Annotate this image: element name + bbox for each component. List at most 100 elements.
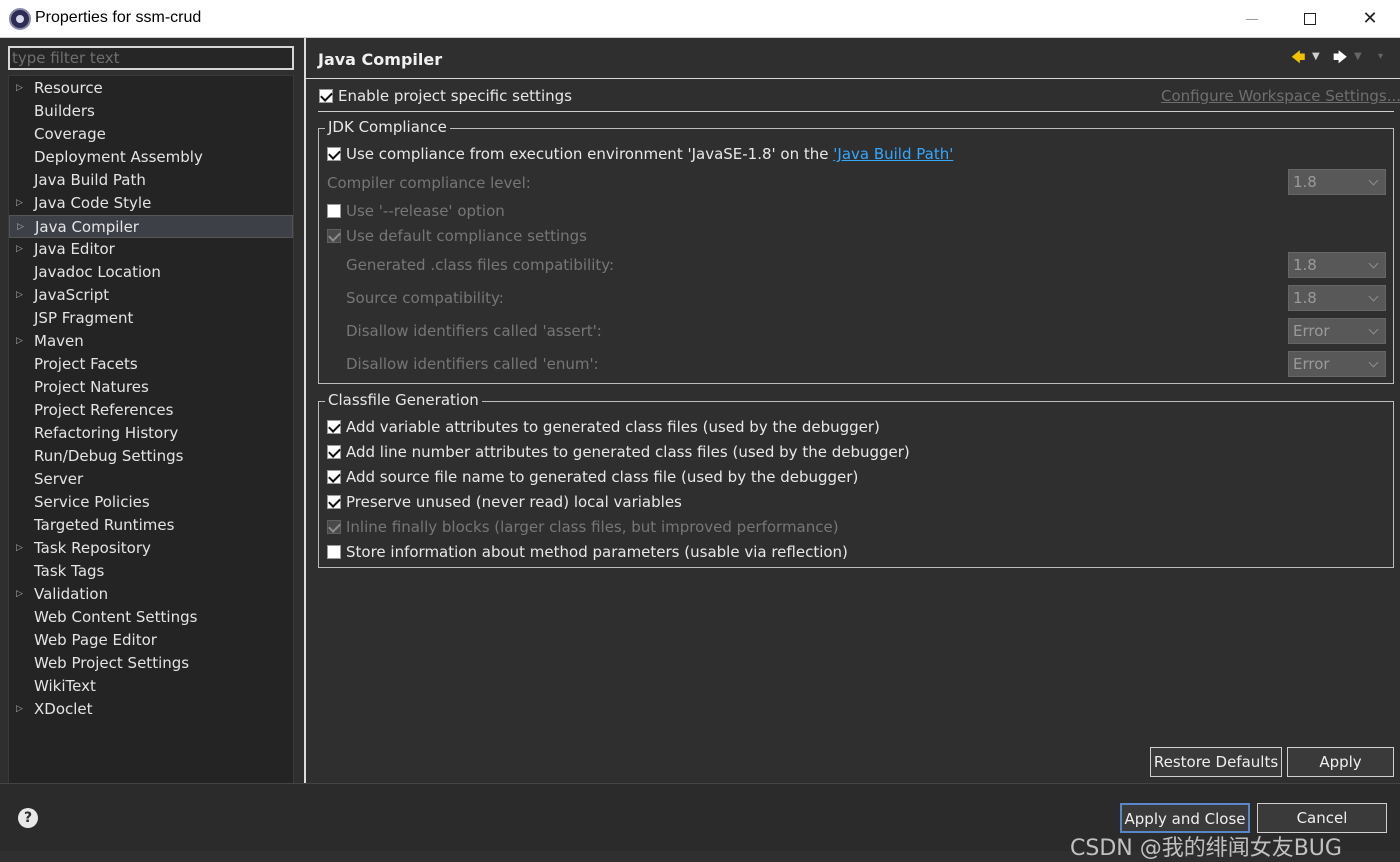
help-icon[interactable]: ? xyxy=(18,808,38,828)
tree-item[interactable]: ▷ Task Repository xyxy=(9,537,293,560)
tree-item[interactable]: ▷ Java Editor xyxy=(9,238,293,261)
assert-label: Disallow identifiers called 'assert': xyxy=(346,322,602,340)
expand-arrow-icon[interactable]: ▷ xyxy=(16,192,23,214)
classfile-option-checkbox[interactable] xyxy=(327,495,341,509)
enum-select[interactable]: Error xyxy=(1288,351,1386,377)
tree-item[interactable]: ▷ XDoclet xyxy=(9,698,293,721)
tree-item[interactable]: Java Build Path xyxy=(9,169,293,192)
tree-item[interactable]: Coverage xyxy=(9,123,293,146)
restore-defaults-button[interactable]: Restore Defaults xyxy=(1150,747,1282,777)
tree-item-label: Run/Debug Settings xyxy=(34,447,184,465)
watermark: CSDN @我的绯闻女友BUG xyxy=(1070,836,1342,861)
jdk-compliance-group: JDK Compliance Use compliance from execu… xyxy=(318,118,1394,384)
expand-arrow-icon[interactable]: ▷ xyxy=(17,216,24,238)
default-compliance-checkbox[interactable] xyxy=(327,229,341,243)
tree-item[interactable]: Task Tags xyxy=(9,560,293,583)
back-dropdown-icon[interactable]: ▼ xyxy=(1312,51,1320,62)
compliance-level-select[interactable]: 1.8 xyxy=(1288,169,1386,195)
tree-item[interactable]: ▷ JavaScript xyxy=(9,284,293,307)
classfile-option-label: Inline finally blocks (larger class file… xyxy=(346,518,839,536)
forward-arrow-icon[interactable]: 🡆 xyxy=(1333,47,1347,71)
configure-workspace-link[interactable]: Configure Workspace Settings... xyxy=(1161,87,1400,105)
apply-button[interactable]: Apply xyxy=(1287,747,1394,777)
classfile-option-checkbox[interactable] xyxy=(327,420,341,434)
tree-item[interactable]: Service Policies xyxy=(9,491,293,514)
classfile-option-checkbox[interactable] xyxy=(327,445,341,459)
tree-item-label: WikiText xyxy=(34,677,96,695)
classfile-option-label: Add line number attributes to generated … xyxy=(346,443,910,461)
tree-item-label: Validation xyxy=(34,585,109,603)
compliance-level-label: Compiler compliance level: xyxy=(327,174,531,192)
apply-and-close-button[interactable]: Apply and Close xyxy=(1120,803,1250,833)
expand-arrow-icon[interactable]: ▷ xyxy=(16,77,23,99)
expand-arrow-icon[interactable]: ▷ xyxy=(16,238,23,260)
tree-item[interactable]: Deployment Assembly xyxy=(9,146,293,169)
group-title: JDK Compliance xyxy=(325,118,450,136)
tree-item[interactable]: Web Content Settings xyxy=(9,606,293,629)
tree-item[interactable]: ▷ Maven xyxy=(9,330,293,353)
tree-item-label: Builders xyxy=(34,102,95,120)
tree-item-label: Web Content Settings xyxy=(34,608,198,626)
classfile-option-checkbox[interactable] xyxy=(327,520,341,534)
tree-item[interactable]: ▷ Java Compiler xyxy=(9,215,293,238)
tree-item[interactable]: ▷ Validation xyxy=(9,583,293,606)
use-compliance-checkbox[interactable] xyxy=(327,147,341,161)
cancel-button[interactable]: Cancel xyxy=(1257,803,1387,833)
tree-item-label: Web Page Editor xyxy=(34,631,157,649)
group-title: Classfile Generation xyxy=(325,391,482,409)
tree-item-label: Coverage xyxy=(34,125,106,143)
tree-item[interactable]: Project References xyxy=(9,399,293,422)
enable-project-specific-checkbox[interactable] xyxy=(319,89,333,103)
expand-arrow-icon[interactable]: ▷ xyxy=(16,583,23,605)
minimize-button[interactable] xyxy=(1222,0,1282,38)
tree-item[interactable]: ▷ Java Code Style xyxy=(9,192,293,215)
tree-item[interactable]: WikiText xyxy=(9,675,293,698)
tree-item[interactable]: Web Page Editor xyxy=(9,629,293,652)
tree-item[interactable]: Project Facets xyxy=(9,353,293,376)
tree-item-label: Project Natures xyxy=(34,378,149,396)
tree-item-label: Server xyxy=(34,470,84,488)
close-button[interactable]: ✕ xyxy=(1340,0,1400,38)
classfile-option-checkbox[interactable] xyxy=(327,470,341,484)
tree-item-label: Task Tags xyxy=(34,562,105,580)
tree-item-label: Java Build Path xyxy=(34,171,146,189)
maximize-button[interactable] xyxy=(1280,0,1340,38)
tree-item[interactable]: Run/Debug Settings xyxy=(9,445,293,468)
classfile-option-checkbox[interactable] xyxy=(327,545,341,559)
tree-item-label: Deployment Assembly xyxy=(34,148,203,166)
classfile-option-label: Add source file name to generated class … xyxy=(346,468,859,486)
window-title: Properties for ssm-crud xyxy=(35,9,202,26)
java-build-path-link[interactable]: 'Java Build Path' xyxy=(833,145,953,163)
separator xyxy=(318,111,1394,112)
tree-item-label: Maven xyxy=(34,332,84,350)
tree-item-label: Java Code Style xyxy=(34,194,152,212)
assert-select[interactable]: Error xyxy=(1288,318,1386,344)
tree-item-label: JavaScript xyxy=(34,286,110,304)
view-menu-icon[interactable]: ▾ xyxy=(1378,51,1383,62)
release-option-checkbox[interactable] xyxy=(327,204,341,218)
forward-dropdown-icon[interactable]: ▼ xyxy=(1354,51,1362,62)
default-compliance-label: Use default compliance settings xyxy=(346,227,587,245)
back-arrow-icon[interactable]: 🡄 xyxy=(1291,47,1305,71)
minimize-icon xyxy=(1246,18,1258,20)
tree-item[interactable]: ▷ Resource xyxy=(9,77,293,100)
tree-item[interactable]: Targeted Runtimes xyxy=(9,514,293,537)
expand-arrow-icon[interactable]: ▷ xyxy=(16,537,23,559)
expand-arrow-icon[interactable]: ▷ xyxy=(16,330,23,352)
tree-item[interactable]: Builders xyxy=(9,100,293,123)
tree-item[interactable]: Web Project Settings xyxy=(9,652,293,675)
tree-item[interactable]: Refactoring History xyxy=(9,422,293,445)
expand-arrow-icon[interactable]: ▷ xyxy=(16,284,23,306)
filter-input[interactable] xyxy=(8,46,294,70)
tree-item[interactable]: Project Natures xyxy=(9,376,293,399)
source-compat-select[interactable]: 1.8 xyxy=(1288,285,1386,311)
eclipse-icon xyxy=(9,8,31,30)
tree-item[interactable]: JSP Fragment xyxy=(9,307,293,330)
expand-arrow-icon[interactable]: ▷ xyxy=(16,698,23,720)
generated-class-label: Generated .class files compatibility: xyxy=(346,256,615,274)
classfile-option-label: Store information about method parameter… xyxy=(346,543,848,561)
tree-item-label: Resource xyxy=(34,79,103,97)
tree-item[interactable]: Server xyxy=(9,468,293,491)
generated-class-select[interactable]: 1.8 xyxy=(1288,252,1386,278)
tree-item[interactable]: Javadoc Location xyxy=(9,261,293,284)
